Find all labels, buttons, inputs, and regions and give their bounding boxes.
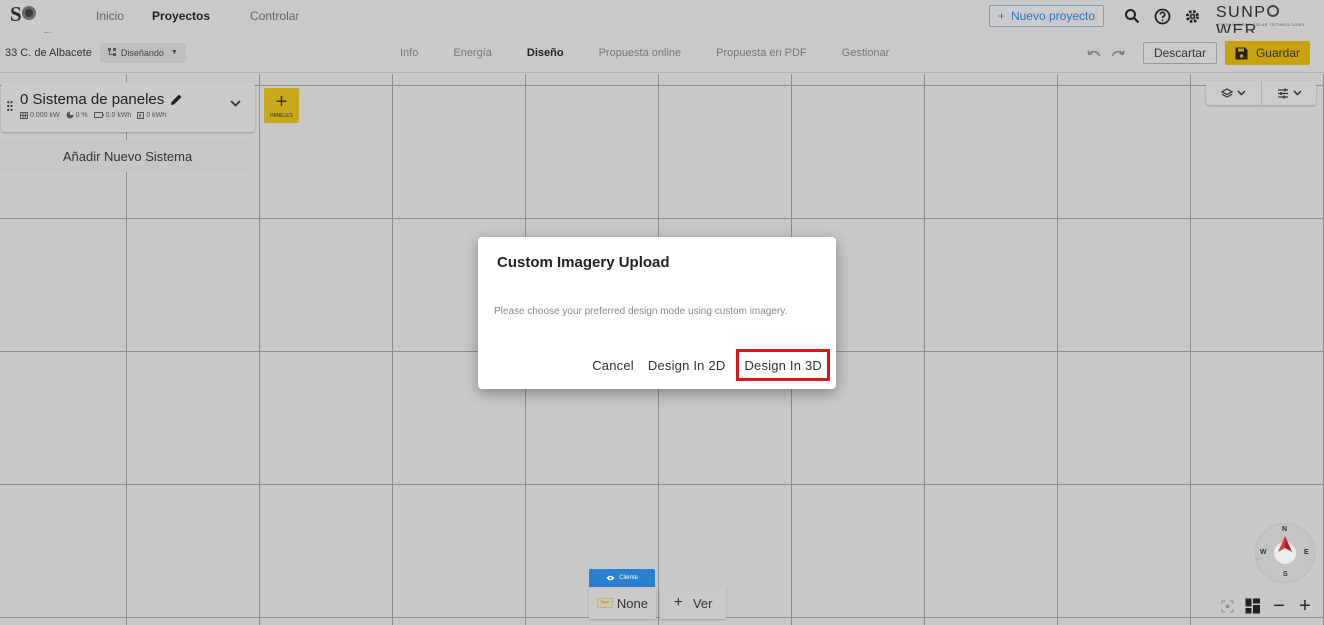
- floppy-disk-icon: [1235, 47, 1248, 59]
- zoom-controls: − +: [1218, 594, 1314, 618]
- zoom-out-button[interactable]: −: [1270, 595, 1288, 617]
- logo-sun-icon: [22, 6, 37, 20]
- nav-proyectos[interactable]: Proyectos: [152, 9, 210, 23]
- plus-icon: +: [673, 594, 683, 611]
- tab-energia[interactable]: Energía: [453, 47, 492, 59]
- system-stats: 0.000 kW 0 % 0.0 kWh 0 kWh: [20, 111, 166, 119]
- custom-imagery-dialog: Custom Imagery Upload Please choose your…: [478, 237, 836, 389]
- system-title: 0 Sistema de paneles: [20, 91, 183, 108]
- save-controls: Descartar Guardar: [1087, 33, 1310, 73]
- help-icon[interactable]: [1152, 6, 1172, 26]
- compass-east-label: E: [1304, 549, 1309, 556]
- eye-icon: [606, 575, 615, 581]
- cancel-button[interactable]: Cancel: [585, 350, 641, 380]
- project-address: 33 C. de Albacete: [5, 46, 92, 59]
- focus-icon[interactable]: [1218, 597, 1236, 615]
- chevron-down-icon[interactable]: [230, 100, 241, 107]
- plus-icon: +: [275, 90, 288, 113]
- caret-down-icon: ▼: [170, 49, 178, 56]
- gear-icon[interactable]: [1182, 6, 1202, 26]
- design-2d-button[interactable]: Design In 2D: [641, 350, 733, 380]
- discard-button[interactable]: Descartar: [1142, 42, 1217, 64]
- layers-dropdown[interactable]: [1206, 81, 1261, 105]
- zoom-in-button[interactable]: +: [1296, 595, 1314, 617]
- workflow-icon: [107, 48, 116, 56]
- chevron-down-icon: [1237, 90, 1246, 96]
- compass[interactable]: N S E W: [1256, 524, 1314, 582]
- imagery-layer-bar: None + Ver: [589, 587, 726, 619]
- sunpower-logo: SUNPWER FROM MAXEON SOLAR TECHNOLOGIES: [1216, 4, 1305, 39]
- compass-west-label: W: [1260, 549, 1267, 556]
- top-navbar: SLAR Inc Inicio Proyectos Controlar + Nu…: [0, 0, 1324, 52]
- dialog-title: Custom Imagery Upload: [497, 254, 670, 271]
- sliders-icon: [1277, 88, 1288, 98]
- tab-diseno[interactable]: Diseño: [527, 47, 564, 59]
- add-system-button[interactable]: Añadir Nuevo Sistema: [0, 140, 255, 172]
- compass-south-label: S: [1283, 571, 1288, 578]
- map-tiles-icon[interactable]: [1244, 597, 1262, 615]
- settings-dropdown[interactable]: [1261, 81, 1316, 105]
- project-toolbar: 33 C. de Albacete Diseñando ▼ Info Energ…: [0, 33, 1324, 73]
- meter-icon: [137, 111, 145, 119]
- undo-redo: [1087, 48, 1125, 58]
- add-panels-button[interactable]: + PANELES: [264, 88, 299, 123]
- view-layers-button[interactable]: + Ver: [660, 587, 726, 619]
- new-project-button[interactable]: + Nuevo proyecto: [988, 5, 1104, 27]
- status-dropdown[interactable]: Diseñando ▼: [99, 42, 186, 63]
- plus-icon: +: [997, 9, 1005, 23]
- chevron-down-icon: [1292, 90, 1302, 96]
- drag-handle-icon[interactable]: [7, 101, 13, 111]
- nav-inicio[interactable]: Inicio: [96, 9, 124, 23]
- panel-system-card[interactable]: 0 Sistema de paneles 0.000 kW 0 % 0.0 kW…: [1, 82, 255, 132]
- compass-north-label: N: [1282, 526, 1288, 533]
- redo-icon[interactable]: [1111, 48, 1125, 58]
- solar-logo[interactable]: SLAR Inc: [10, 1, 72, 52]
- logo-sun-icon: [1267, 5, 1280, 17]
- nav-controlar[interactable]: Controlar: [250, 9, 299, 23]
- tab-propuesta-pdf[interactable]: Propuesta en PDF: [716, 47, 807, 59]
- solar-panel-icon: [20, 111, 28, 119]
- undo-icon[interactable]: [1087, 48, 1101, 58]
- north-arrow-icon: [1278, 536, 1292, 552]
- dialog-actions: Cancel Design In 2D Design In 3D: [585, 349, 830, 381]
- map-icon: [597, 597, 613, 609]
- design-tabs: Info Energía Diseño Propuesta online Pro…: [400, 33, 924, 73]
- tab-gestionar[interactable]: Gestionar: [842, 47, 890, 59]
- tab-propuesta-online[interactable]: Propuesta online: [599, 47, 682, 59]
- save-button[interactable]: Guardar: [1224, 41, 1310, 65]
- imagery-none-button[interactable]: None: [589, 587, 656, 619]
- pencil-icon[interactable]: [170, 93, 183, 106]
- map-tools: [1206, 81, 1316, 105]
- topbar-right: + Nuevo proyecto SUNPWER FROM MAXEON SOL…: [988, 0, 1324, 39]
- design-3d-button[interactable]: Design In 3D: [736, 349, 830, 381]
- layers-icon: [1221, 87, 1233, 98]
- tab-info[interactable]: Info: [400, 47, 418, 59]
- offset-pie-icon: [66, 111, 74, 119]
- dialog-message: Please choose your preferred design mode…: [494, 306, 788, 317]
- battery-icon: [93, 112, 104, 118]
- search-icon[interactable]: [1122, 6, 1142, 26]
- client-view-tab[interactable]: Cliente: [589, 569, 655, 587]
